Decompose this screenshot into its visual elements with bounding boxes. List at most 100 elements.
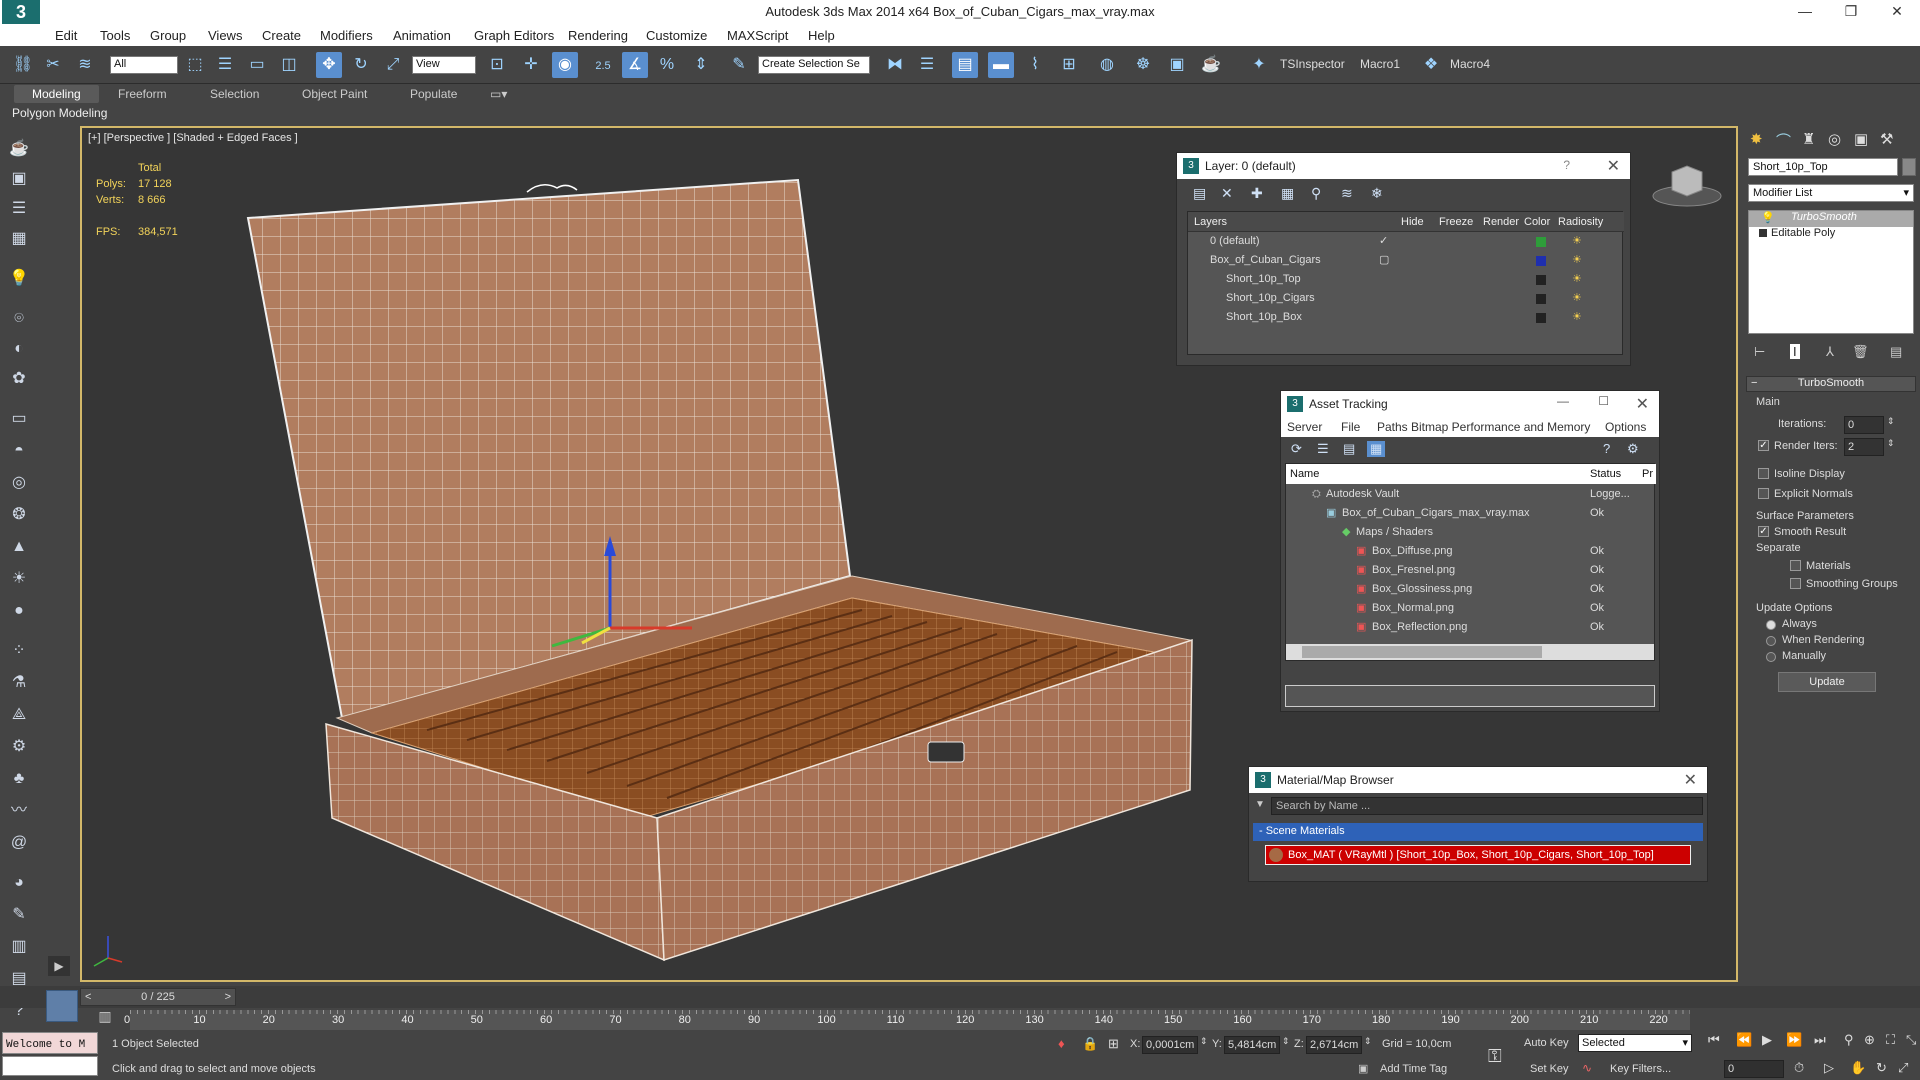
menu-help[interactable]: Help (808, 28, 835, 43)
radiosity-icon[interactable]: ☀ (1572, 251, 1582, 270)
layer-row[interactable]: 0 (default) ✓ ☀ (1192, 232, 1620, 251)
z-spinner-icon[interactable]: ⇕ (1364, 1036, 1372, 1047)
ribbon-toggle-icon[interactable]: ▬ (988, 52, 1014, 78)
ribbon-subtitle[interactable]: Polygon Modeling (12, 106, 107, 120)
asset-row[interactable]: ▣ Box_of_Cuban_Cigars_max_vray.max Ok (1286, 504, 1654, 523)
layer-col-radiosity[interactable]: Radiosity (1558, 216, 1603, 228)
edit-named-selection-icon[interactable]: ✎ (726, 52, 752, 78)
layer-color-swatch[interactable] (1536, 294, 1546, 304)
menu-modifiers[interactable]: Modifiers (320, 28, 373, 43)
sun-icon[interactable]: ☀ (8, 568, 30, 590)
box-icon[interactable]: ▭ (8, 408, 30, 430)
configure-sets-icon[interactable]: ▤ (1890, 344, 1902, 360)
align-icon[interactable]: ☰ (914, 52, 940, 78)
bind-space-warp-icon[interactable]: ≋ (72, 52, 98, 78)
menu-customize[interactable]: Customize (646, 28, 707, 43)
maxscript-listener[interactable]: Welcome to M (2, 1032, 98, 1054)
helper-icon[interactable]: ⟁ (8, 704, 30, 726)
asset-path-field[interactable] (1285, 685, 1655, 707)
lock-icon[interactable]: 🔒 (1082, 1036, 1098, 1052)
tsinspector-label[interactable]: TSInspector (1280, 57, 1345, 71)
material-editor-icon[interactable]: ◍ (1094, 52, 1120, 78)
utilities-tab-icon[interactable]: ⚒ (1880, 130, 1893, 148)
shell-icon[interactable]: @ (8, 832, 30, 854)
rect-selection-icon[interactable]: ▭ (244, 52, 270, 78)
angle-snap-icon[interactable]: ∡ (622, 52, 648, 78)
x-spinner-icon[interactable]: ⇕ (1200, 1036, 1208, 1047)
teapot-icon[interactable]: ☕ (8, 138, 30, 160)
menu-rendering[interactable]: Rendering (568, 28, 628, 43)
ball-icon[interactable]: ● (8, 600, 30, 622)
schematic-view-icon[interactable]: ⊞ (1056, 52, 1082, 78)
ref-coord-dropdown[interactable]: View (412, 56, 476, 74)
asset-row[interactable]: ▣ Box_Diffuse.png Ok (1286, 542, 1654, 561)
percent-snap-icon[interactable]: % (654, 52, 680, 78)
viewcube-icon[interactable] (1652, 158, 1722, 208)
menu-group[interactable]: Group (150, 28, 186, 43)
list-icon[interactable]: ☰ (8, 198, 30, 220)
selection-filter-dropdown[interactable]: All (110, 56, 178, 74)
track-bar-icon[interactable]: ▥ (94, 1008, 116, 1028)
menu-create[interactable]: Create (262, 28, 301, 43)
object-name-field[interactable]: Short_10p_Top (1748, 158, 1898, 176)
asset-row[interactable]: ▣ Box_Fresnel.png Ok (1286, 561, 1654, 580)
macro1-label[interactable]: Macro1 (1360, 57, 1400, 71)
manipulate-icon[interactable]: ✛ (518, 52, 544, 78)
layer-delete-icon[interactable]: ✕ (1221, 185, 1233, 202)
isoline-checkbox[interactable] (1758, 468, 1769, 479)
update-button[interactable]: Update (1778, 672, 1876, 692)
display-tab-icon[interactable]: ▣ (1854, 130, 1868, 148)
monitor-icon[interactable]: ▥ (8, 936, 30, 958)
tsinspector-icon[interactable]: ✦ (1246, 52, 1272, 78)
asset-menu-file[interactable]: File (1341, 420, 1360, 434)
iterations-spinner-icon[interactable]: ⇕ (1887, 416, 1895, 427)
rendered-frame-icon[interactable]: ▣ (1164, 52, 1190, 78)
maximize-viewport-icon[interactable]: ⤢ (1898, 1060, 1908, 1076)
asset-close-icon[interactable]: ✕ (1636, 394, 1649, 414)
set-key-button[interactable]: Set Key (1530, 1060, 1574, 1078)
isolate-icon[interactable]: ♦ (1058, 1036, 1065, 1051)
asset-col-pr[interactable]: Pr (1642, 468, 1653, 480)
asset-row[interactable]: ▣ Box_Glossiness.png Ok (1286, 580, 1654, 599)
layer-freeze-all-icon[interactable]: ❄ (1371, 185, 1383, 202)
maximize-button[interactable]: ❐ (1828, 0, 1874, 24)
edit-icon[interactable]: ✎ (8, 904, 30, 926)
manually-radio[interactable] (1766, 652, 1776, 662)
render-icon[interactable]: ✿ (8, 368, 30, 390)
tab-populate[interactable]: Populate (410, 87, 457, 101)
play-icon[interactable]: ▶ (1762, 1032, 1772, 1048)
y-coord-input[interactable]: 5,4814cm (1224, 1036, 1280, 1054)
asset-table-icon[interactable]: ▦ (1367, 441, 1386, 457)
key-icon[interactable]: ⚿ (1488, 1046, 1502, 1067)
asset-row[interactable]: ⛭ Autodesk Vault Logge... (1286, 485, 1654, 504)
asset-col-status[interactable]: Status (1590, 468, 1621, 480)
materials-checkbox[interactable] (1790, 560, 1801, 571)
pin-stack-icon[interactable]: ⊢ (1754, 344, 1765, 360)
layer-hide-all-icon[interactable]: ≋ (1341, 185, 1353, 202)
cone-icon[interactable]: ▲ (8, 536, 30, 558)
stack-expand-icon[interactable] (1759, 229, 1767, 237)
render-production-icon[interactable]: ☕ (1198, 52, 1224, 78)
y-spinner-icon[interactable]: ⇕ (1282, 1036, 1290, 1047)
menu-edit[interactable]: Edit (55, 28, 77, 43)
sphere-icon[interactable]: ◓ (8, 440, 30, 462)
asset-menu-paths[interactable]: Paths (1377, 420, 1408, 434)
create-tab-icon[interactable]: ✸ (1750, 130, 1763, 148)
snap-toggle-icon[interactable]: 2.5 (590, 52, 616, 78)
material-item[interactable]: Box_MAT ( VRayMtl ) [Short_10p_Box, Shor… (1265, 845, 1691, 865)
asset-maximize-icon[interactable]: ☐ (1598, 394, 1609, 408)
layer-color-swatch[interactable] (1536, 256, 1546, 266)
radiosity-icon[interactable]: ☀ (1572, 270, 1582, 289)
layer-row[interactable]: Short_10p_Box ☀ (1192, 308, 1620, 327)
select-scale-icon[interactable]: ⤢ (380, 52, 406, 78)
asset-settings-icon[interactable]: ⚙ (1627, 441, 1639, 457)
curve-editor-icon[interactable]: ⌇ (1022, 52, 1048, 78)
prev-key-icon[interactable]: ⏪ (1736, 1032, 1752, 1048)
layer-row[interactable]: Short_10p_Top ☀ (1192, 270, 1620, 289)
current-frame-input[interactable]: 0 (1724, 1060, 1784, 1078)
mirror-icon[interactable]: ⧓ (882, 52, 908, 78)
particles-icon[interactable]: ⁘ (8, 640, 30, 662)
hierarchy-tab-icon[interactable]: ♜ (1802, 130, 1815, 148)
asset-hscrollbar[interactable] (1286, 644, 1654, 660)
material-search-input[interactable]: Search by Name ... (1271, 797, 1703, 815)
